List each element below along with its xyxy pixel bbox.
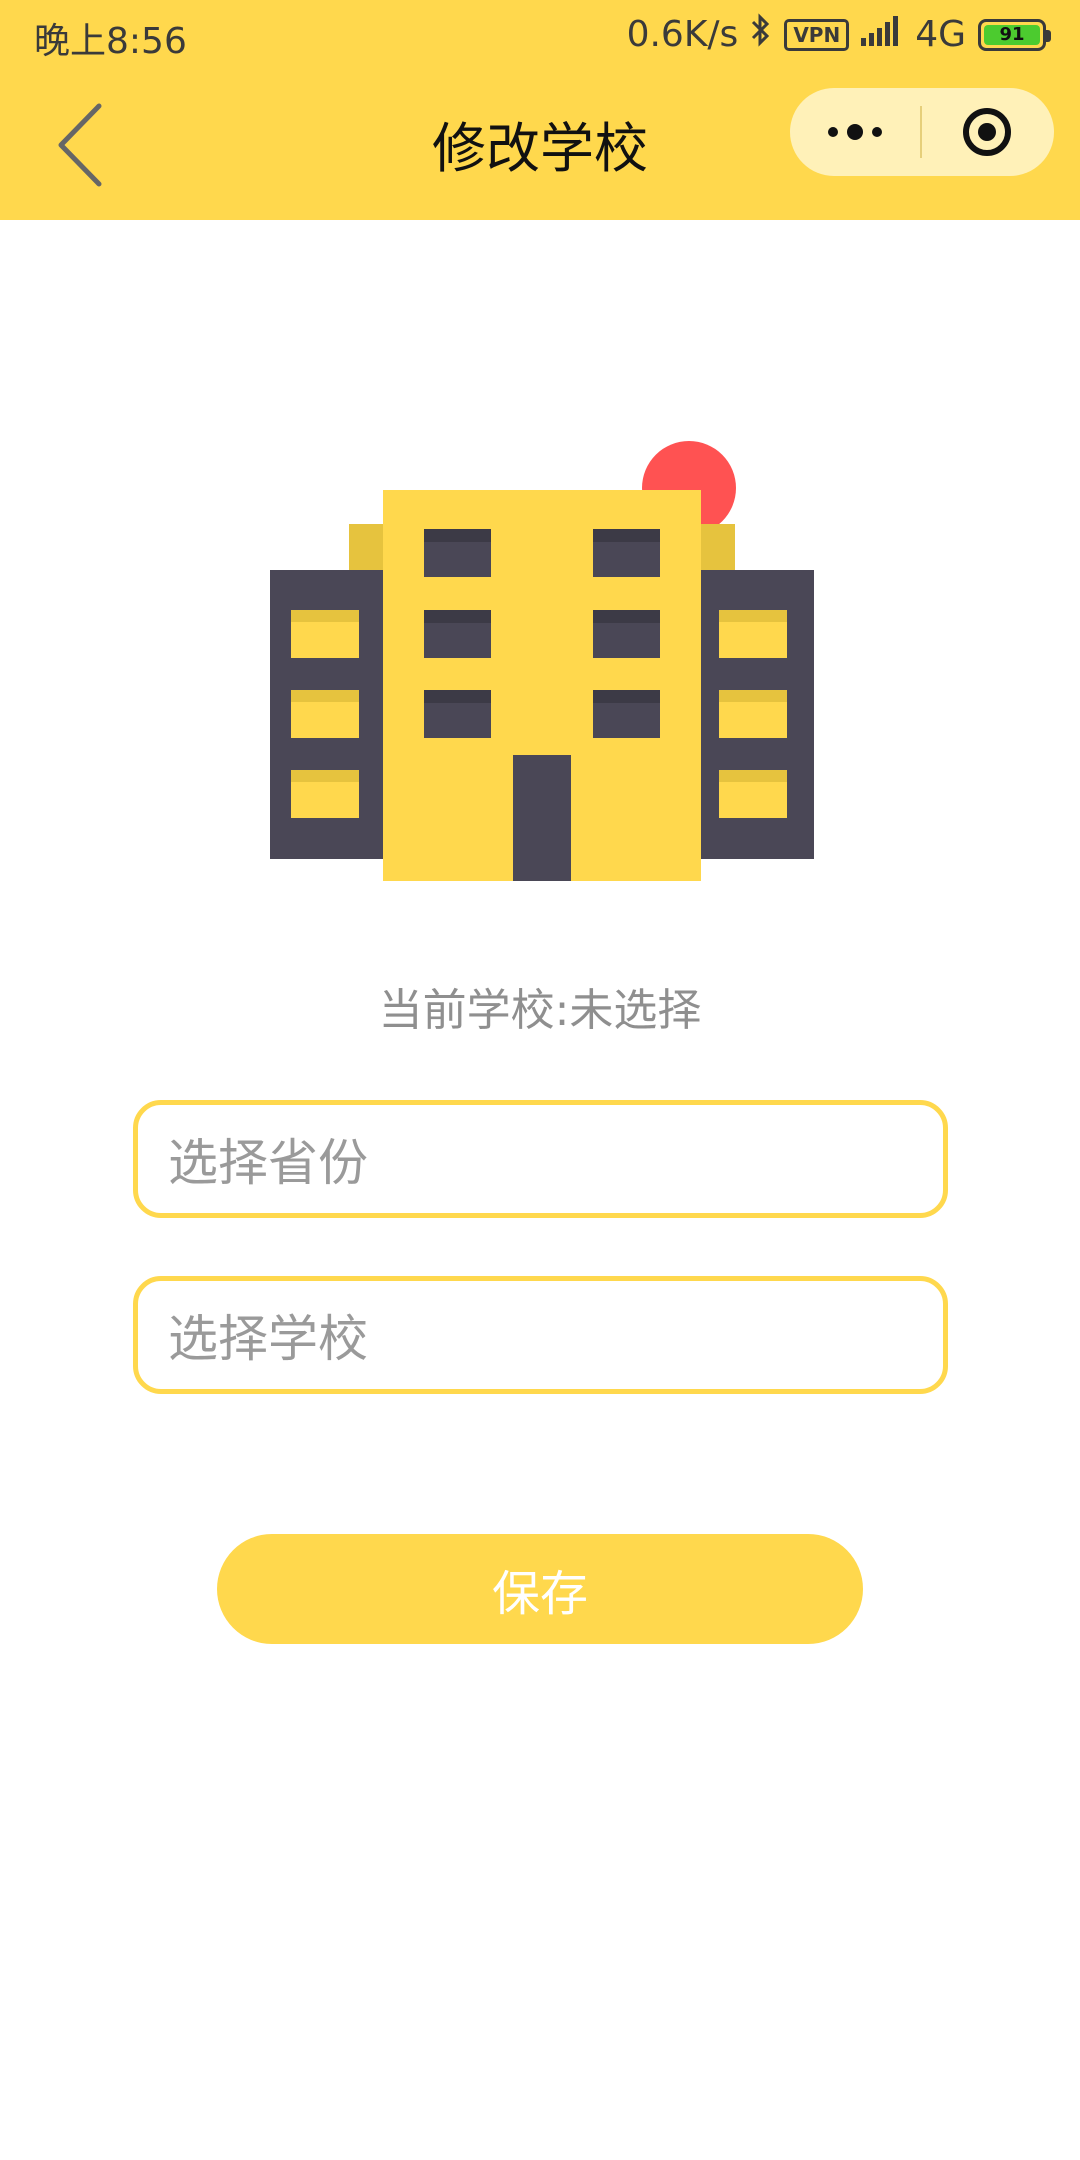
- school-building-illustration: [0, 400, 1080, 920]
- left-ledge: [349, 524, 383, 570]
- province-picker[interactable]: 选择省份: [133, 1100, 948, 1218]
- right-ledge: [701, 524, 735, 570]
- close-mini-program-button[interactable]: [922, 88, 1052, 176]
- status-bar: 晚上8:56 0.6K/s VPN 4G 91: [0, 0, 1080, 70]
- door: [513, 755, 571, 881]
- target-close-icon: [963, 108, 1011, 156]
- status-time: 晚上8:56: [34, 21, 187, 62]
- school-placeholder: 选择学校: [168, 1310, 368, 1368]
- network-speed: 0.6K/s: [626, 14, 739, 55]
- more-dots-icon: [828, 124, 882, 140]
- province-placeholder: 选择省份: [168, 1134, 368, 1192]
- bluetooth-icon: [750, 12, 772, 57]
- top-bar: 晚上8:56 0.6K/s VPN 4G 91 修改学校: [0, 0, 1080, 220]
- battery-icon: 91: [978, 18, 1051, 51]
- signal-icon: [861, 14, 903, 55]
- current-school-label: 当前学校:未选择: [378, 985, 702, 1036]
- vpn-badge: VPN: [784, 18, 850, 51]
- save-button[interactable]: 保存: [217, 1534, 863, 1644]
- mini-program-capsule: [790, 88, 1054, 176]
- more-button[interactable]: [790, 88, 920, 176]
- status-indicators: 0.6K/s VPN 4G 91: [626, 12, 1051, 57]
- school-picker[interactable]: 选择学校: [133, 1276, 948, 1394]
- battery-level: 91: [984, 24, 1040, 45]
- network-type: 4G: [915, 14, 966, 55]
